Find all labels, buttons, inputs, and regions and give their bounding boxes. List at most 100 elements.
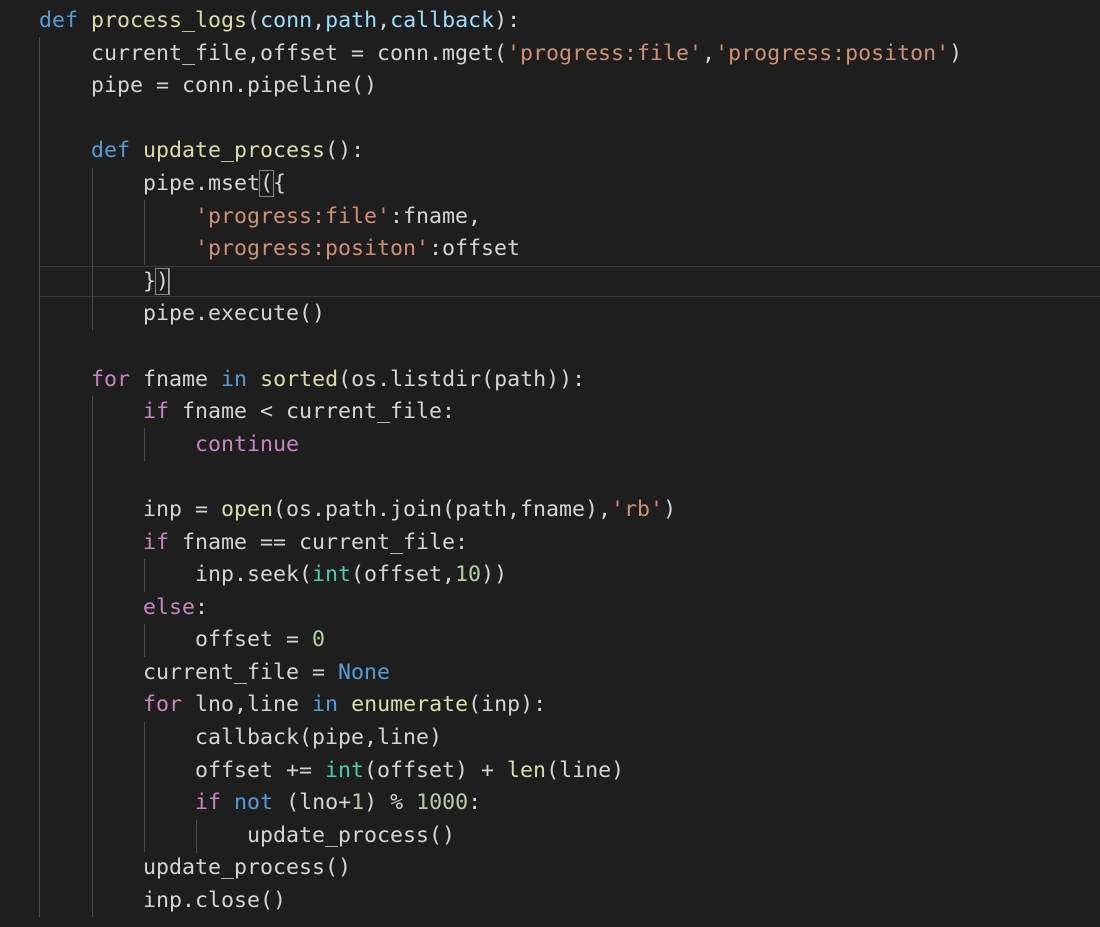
control-keyword-token: if xyxy=(143,399,170,425)
code-text: ( xyxy=(247,8,261,33)
code-line[interactable] xyxy=(39,331,962,364)
text-cursor xyxy=(168,268,171,295)
code-line[interactable]: for fname in sorted(os.listdir(path)): xyxy=(39,364,962,397)
code-line[interactable]: 'progress:file':fname, xyxy=(39,201,962,234)
code-lines[interactable]: def process_logs(conn,path,callback): cu… xyxy=(39,5,962,918)
code-line[interactable]: offset += int(offset) + len(line) xyxy=(39,755,962,788)
code-line[interactable]: current_file = None xyxy=(39,657,962,690)
code-editor[interactable]: def process_logs(conn,path,callback): cu… xyxy=(0,0,1100,927)
control-keyword-token: for xyxy=(143,692,183,718)
code-text: , xyxy=(312,8,326,33)
matched-bracket: ( xyxy=(259,169,275,197)
code-text: pipe.execute() xyxy=(39,301,326,327)
code-text: (line) xyxy=(546,757,625,783)
code-text: update_process() xyxy=(39,822,456,848)
code-line[interactable]: callback(pipe,line) xyxy=(39,722,962,755)
code-line[interactable] xyxy=(39,103,962,136)
code-line[interactable]: if not (lno+1) % 1000: xyxy=(39,787,962,820)
code-text: (inp): xyxy=(468,692,547,718)
code-text: inp = xyxy=(39,496,222,522)
code-text: fname < current_file: xyxy=(169,399,456,425)
code-line[interactable]: pipe = conn.pipeline() xyxy=(39,70,962,103)
builtin-token: int xyxy=(325,757,365,783)
code-text: (offset) + xyxy=(364,757,508,783)
code-text: (lno+ xyxy=(273,790,352,816)
code-line[interactable]: else: xyxy=(39,592,962,625)
code-text: (os.path.join(path,fname), xyxy=(273,496,612,522)
code-text: : xyxy=(195,594,209,620)
code-line[interactable]: 'progress:positon':offset xyxy=(39,233,962,266)
parameter-token: callback xyxy=(390,8,495,33)
code-text: pipe.mset xyxy=(39,170,261,196)
code-text: , xyxy=(377,8,391,33)
code-text: (os.listdir(path)): xyxy=(338,366,586,392)
code-line[interactable]: offset = 0 xyxy=(39,624,962,657)
code-line[interactable]: pipe.execute() xyxy=(39,298,962,331)
code-line[interactable]: }) xyxy=(39,266,962,299)
code-line[interactable] xyxy=(39,461,962,494)
code-text: { xyxy=(273,170,287,196)
string-token: 'progress:file' xyxy=(195,203,391,229)
string-token: 'progress:positon' xyxy=(195,236,430,262)
code-line[interactable]: inp = open(os.path.join(path,fname),'rb'… xyxy=(39,494,962,527)
keyword-token: None xyxy=(338,659,391,685)
code-text: ) xyxy=(663,496,677,522)
code-line[interactable]: if fname == current_file: xyxy=(39,527,962,560)
code-line[interactable]: def update_process(): xyxy=(39,135,962,168)
code-text: ): xyxy=(494,8,521,33)
number-token: 1000 xyxy=(416,790,469,816)
code-line[interactable]: current_file,offset = conn.mget('progres… xyxy=(39,38,962,71)
code-text: (offset, xyxy=(351,562,456,588)
code-text: offset += xyxy=(39,757,326,783)
code-text: } xyxy=(39,268,157,294)
code-text: pipe = conn.pipeline() xyxy=(39,73,378,99)
code-line[interactable]: pipe.mset({ xyxy=(39,168,962,201)
code-line[interactable]: update_process() xyxy=(39,820,962,853)
function-name-token: process_logs xyxy=(91,8,248,33)
keyword-token: in xyxy=(312,692,339,718)
code-text: ) % xyxy=(364,790,417,816)
function-name-token: open xyxy=(221,496,274,522)
code-text: )) xyxy=(481,562,508,588)
string-token: 'progress:file' xyxy=(507,40,703,66)
code-text: lno,line xyxy=(182,692,313,718)
code-text: , xyxy=(702,40,716,66)
code-line[interactable]: continue xyxy=(39,429,962,462)
function-name-token: len xyxy=(507,757,547,783)
keyword-token: def xyxy=(39,8,79,33)
function-name-token: enumerate xyxy=(351,692,469,718)
string-token: 'progress:positon' xyxy=(715,40,950,66)
keyword-token: not xyxy=(234,790,274,816)
code-line[interactable]: inp.seek(int(offset,10)) xyxy=(39,559,962,592)
code-text: callback(pipe,line) xyxy=(39,725,443,751)
code-line[interactable]: inp.close() xyxy=(39,885,962,918)
code-text: inp.close() xyxy=(39,888,287,914)
code-text: :fname, xyxy=(390,203,482,229)
code-line[interactable]: if fname < current_file: xyxy=(39,396,962,429)
code-line[interactable]: def process_logs(conn,path,callback): xyxy=(39,5,962,38)
code-line[interactable]: update_process() xyxy=(39,852,962,885)
function-name-token: update_process xyxy=(143,138,326,164)
control-keyword-token: else xyxy=(143,594,196,620)
code-text: current_file = xyxy=(39,659,339,685)
control-keyword-token: if xyxy=(143,529,170,555)
code-line[interactable]: for lno,line in enumerate(inp): xyxy=(39,689,962,722)
code-text: offset = xyxy=(39,627,313,653)
code-text: inp.seek( xyxy=(39,562,313,588)
code-text: (): xyxy=(325,138,365,164)
parameter-token: conn xyxy=(260,8,313,33)
keyword-token: in xyxy=(221,366,248,392)
number-token: 1 xyxy=(351,790,365,816)
keyword-token: def xyxy=(91,138,131,164)
